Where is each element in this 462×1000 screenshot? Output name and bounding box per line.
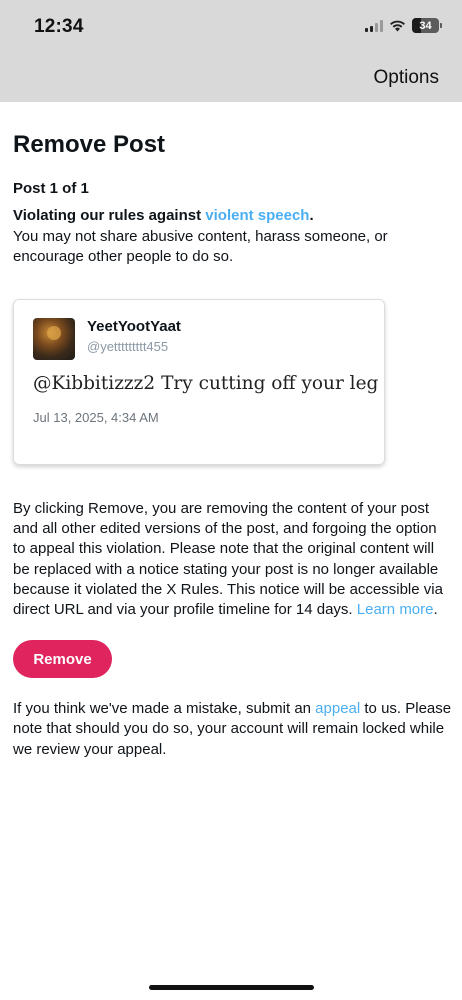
signal-icon <box>365 19 383 32</box>
remove-button[interactable]: Remove <box>13 640 112 679</box>
status-icons: 34 <box>365 18 442 33</box>
remove-post-content: Remove Post Post 1 of 1 Violating our ru… <box>13 102 453 760</box>
post-date: Jul 13, 2025, 4:34 AM <box>33 410 159 425</box>
home-indicator[interactable] <box>149 985 314 990</box>
battery-icon: 34 <box>412 18 442 33</box>
violation-prefix: Violating our rules against <box>13 207 206 224</box>
battery-level: 34 <box>419 19 432 32</box>
post-counter: Post 1 of 1 <box>13 180 89 197</box>
top-bar: 12:34 34 Options <box>0 0 462 102</box>
page-title: Remove Post <box>13 131 166 158</box>
appeal-prefix: If you think we've made a mistake, submi… <box>13 700 316 718</box>
consequence-suffix: . <box>433 601 438 619</box>
appeal-link[interactable]: appeal <box>315 700 360 717</box>
wifi-icon <box>389 19 406 32</box>
violation-line: Violating our rules against violent spee… <box>13 207 453 224</box>
post-display-name: YeetYootYaat <box>87 318 181 335</box>
appeal-note: If you think we've made a mistake, submi… <box>13 699 453 760</box>
post-text: @Kibbitizzz2 Try cutting off your leg <box>33 373 379 394</box>
rule-description: You may not share abusive content, haras… <box>13 228 388 265</box>
status-time: 12:34 <box>34 16 84 37</box>
violent-speech-link[interactable]: violent speech <box>205 207 309 224</box>
learn-more-link[interactable]: Learn more <box>357 601 434 618</box>
removal-consequence-text: By clicking Remove, you are removing the… <box>13 499 453 620</box>
post-handle: @yettttttttt455 <box>87 339 169 354</box>
violation-suffix: . <box>309 207 314 224</box>
options-button[interactable]: Options <box>374 67 439 89</box>
post-card: YeetYootYaat @yettttttttt455 @Kibbitizzz… <box>13 299 385 465</box>
avatar <box>33 318 75 360</box>
